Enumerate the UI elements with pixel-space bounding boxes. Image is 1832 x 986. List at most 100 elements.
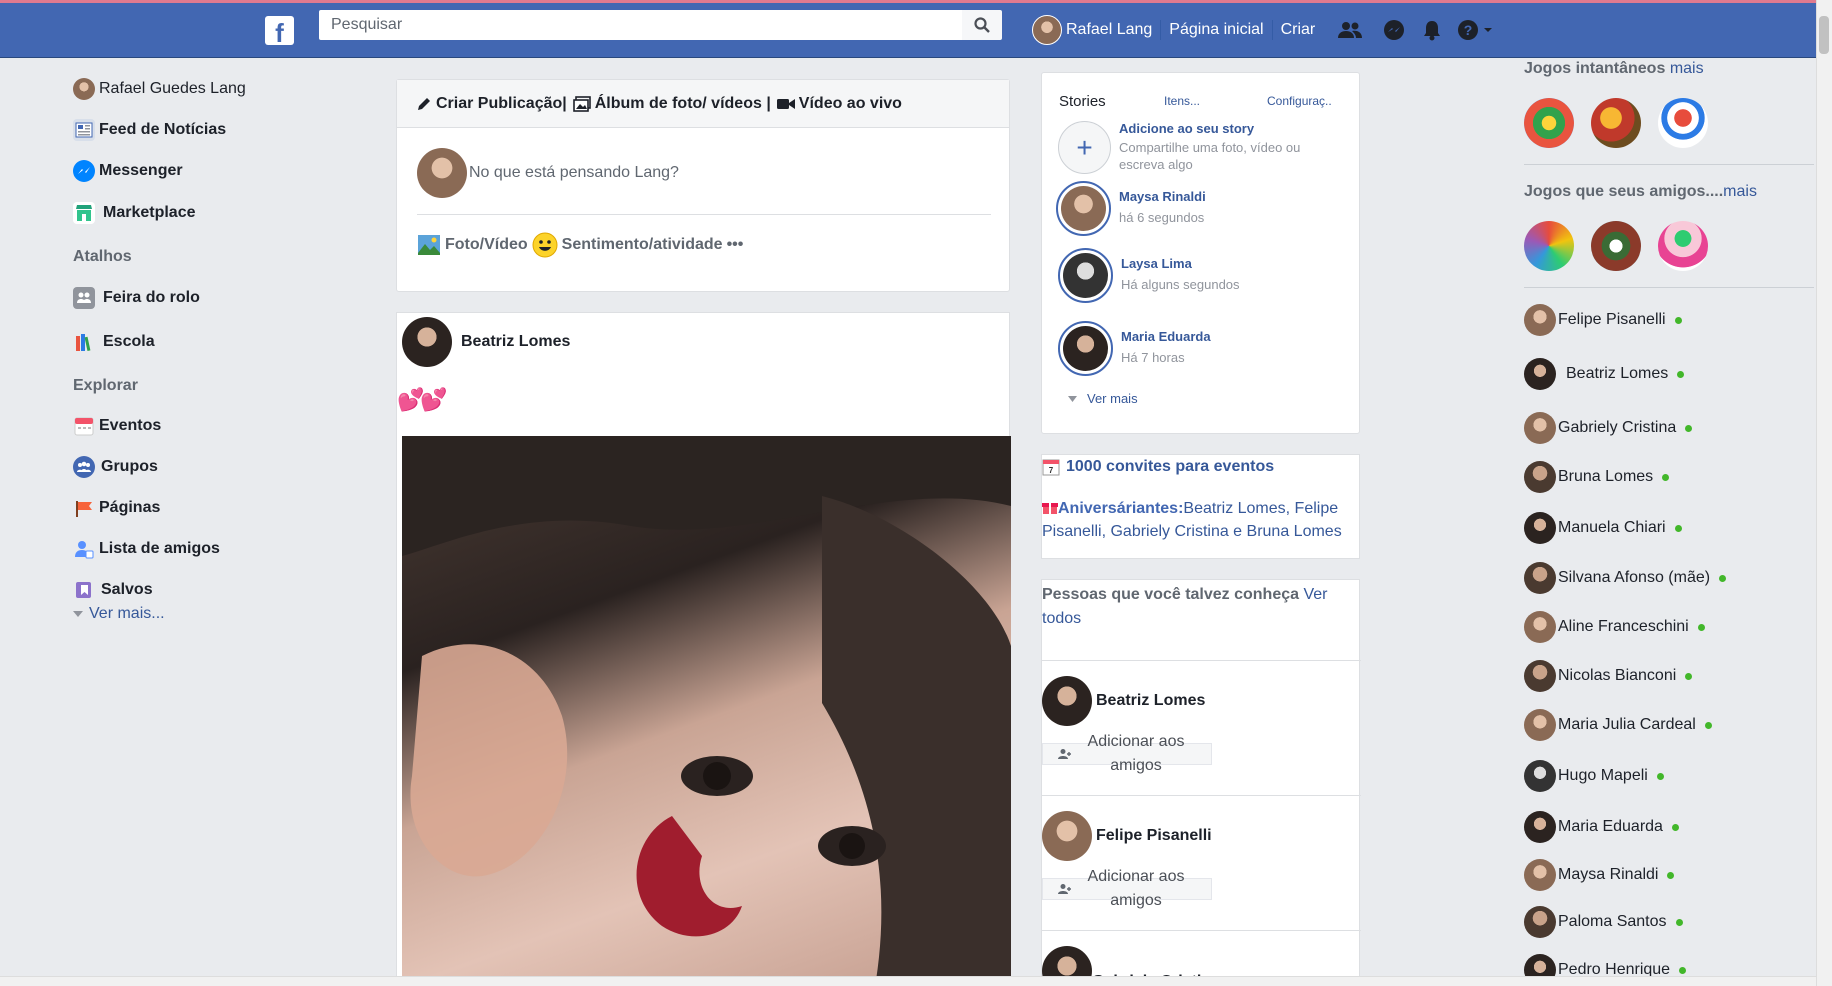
- messenger-icon[interactable]: [1381, 18, 1407, 42]
- help-menu-icon[interactable]: ?: [1457, 18, 1497, 42]
- contact-item[interactable]: Maria Julia Cardeal: [1524, 709, 1712, 741]
- add-friend-button[interactable]: Adicionar aos amigos: [1042, 733, 1212, 774]
- sidebar-item-escola[interactable]: Escola: [73, 331, 155, 353]
- sidebar-item-label: Lista de amigos: [99, 540, 220, 557]
- online-status-dot: [1656, 772, 1664, 780]
- newsfeed-icon: [73, 119, 95, 141]
- group-icon: [73, 287, 95, 309]
- friend-list-icon: [73, 538, 95, 560]
- post-photo[interactable]: [402, 436, 1011, 986]
- horizontal-scrollbar[interactable]: [0, 976, 1816, 986]
- post-author-name[interactable]: Beatriz Lomes: [461, 333, 570, 351]
- game-thumbnail[interactable]: [1591, 98, 1641, 148]
- game-thumbnail[interactable]: [1524, 98, 1574, 148]
- photo-video-button[interactable]: Foto/Vídeo: [417, 234, 528, 256]
- feeling-activity-button[interactable]: Sentimento/atividade: [532, 232, 723, 258]
- composer-actions: Foto/Vídeo Sentimento/atividade •••: [417, 232, 743, 258]
- sidebar-see-more[interactable]: Ver mais...: [73, 605, 165, 623]
- more-options-button[interactable]: •••: [727, 236, 744, 254]
- add-story-plus-icon: +: [1058, 121, 1111, 174]
- add-friend-button[interactable]: Adicionar aos amigos: [1042, 868, 1212, 909]
- profile-link[interactable]: Rafael Lang: [1066, 21, 1152, 39]
- story-item[interactable]: Maria Eduarda Há 7 horas: [1058, 321, 1211, 376]
- contact-item[interactable]: Beatriz Lomes: [1524, 358, 1685, 390]
- contact-item[interactable]: Felipe Pisanelli: [1524, 304, 1682, 336]
- sidebar-item-saved[interactable]: Salvos: [73, 579, 153, 601]
- contact-item[interactable]: Nicolas Bianconi: [1524, 660, 1693, 692]
- sidebar-item-events[interactable]: Eventos: [73, 415, 161, 437]
- svg-text:?: ?: [1464, 22, 1473, 38]
- friends-games-more-link[interactable]: mais: [1723, 183, 1757, 200]
- contact-item[interactable]: Hugo Mapeli: [1524, 760, 1664, 792]
- stories-settings-link[interactable]: Configuraç..: [1267, 94, 1332, 108]
- profile-avatar[interactable]: [1032, 15, 1062, 45]
- sidebar-item-label: Marketplace: [103, 204, 196, 221]
- vertical-scrollbar[interactable]: [1816, 0, 1832, 986]
- pymk-person-header[interactable]: Felipe Pisanelli: [1042, 811, 1212, 861]
- composer-input-row[interactable]: No que está pensando Lang?: [417, 148, 679, 198]
- create-link[interactable]: Criar: [1281, 21, 1316, 39]
- birthdays-row[interactable]: Aniversáriantes:Beatriz Lomes, Felipe Pi…: [1042, 497, 1357, 543]
- contact-name: Paloma Santos: [1558, 913, 1667, 930]
- contact-avatar: [1524, 906, 1556, 938]
- friend-requests-icon[interactable]: [1337, 18, 1363, 42]
- add-story-description: Compartilhe uma foto, vídeo ou escreva a…: [1119, 140, 1301, 172]
- contact-item[interactable]: Maysa Rinaldi: [1524, 859, 1675, 891]
- instant-games-heading: Jogos intantâneos mais: [1524, 60, 1704, 78]
- sidebar-item-messenger[interactable]: Messenger: [73, 160, 183, 182]
- post-author-avatar[interactable]: [402, 317, 452, 367]
- sidebar-item-groups[interactable]: Grupos: [73, 456, 158, 478]
- contact-name: Beatriz Lomes: [1566, 365, 1669, 382]
- composer-placeholder[interactable]: No que está pensando Lang?: [469, 164, 679, 182]
- search-button[interactable]: [962, 10, 1002, 40]
- photo-album-tab[interactable]: Álbum de foto/ vídeos |: [572, 95, 771, 113]
- story-item[interactable]: Maysa Rinaldi há 6 segundos: [1056, 181, 1206, 236]
- flag-icon: [73, 497, 95, 519]
- stories-card: Stories Itens... Configuraç.. + Adicione…: [1041, 72, 1360, 434]
- post-text: 💕💕: [397, 387, 448, 412]
- contact-item[interactable]: Bruna Lomes: [1524, 461, 1670, 493]
- button-label: Foto/Vídeo: [445, 236, 528, 253]
- live-video-tab[interactable]: Vídeo ao vivo: [776, 95, 902, 113]
- contact-item[interactable]: Silvana Afonso (mãe): [1524, 562, 1727, 594]
- instant-games-more-link[interactable]: mais: [1670, 60, 1704, 77]
- search-input[interactable]: [319, 10, 962, 40]
- pymk-title: Pessoas que você talvez conheça: [1042, 586, 1300, 603]
- add-story-title: Adicione ao seu story: [1119, 121, 1255, 136]
- game-thumbnail[interactable]: [1524, 221, 1574, 271]
- story-item[interactable]: Laysa Lima Há alguns segundos: [1058, 248, 1240, 303]
- contact-item[interactable]: Aline Franceschini: [1524, 611, 1705, 643]
- sidebar-item-profile[interactable]: Rafael Guedes Lang: [73, 78, 246, 100]
- tab-label: Criar Publicação|: [436, 94, 567, 112]
- game-thumbnail[interactable]: [1658, 221, 1708, 271]
- sidebar-item-friend-lists[interactable]: Lista de amigos: [73, 538, 220, 560]
- instant-games-title: Jogos intantâneos: [1524, 60, 1666, 77]
- event-invites-row[interactable]: 7 1000 convites para eventos: [1042, 458, 1274, 476]
- create-post-tab[interactable]: Criar Publicação|: [416, 95, 567, 113]
- notifications-bell-icon[interactable]: [1419, 18, 1445, 42]
- birthday-label: Aniversáriantes:: [1058, 500, 1184, 517]
- sidebar-item-label: Rafael Guedes Lang: [99, 80, 246, 97]
- chevron-down-icon: [73, 611, 83, 617]
- pymk-person-header[interactable]: Beatriz Lomes: [1042, 676, 1205, 726]
- sidebar-item-feira-do-rolo[interactable]: Feira do rolo: [73, 287, 200, 309]
- home-link[interactable]: Página inicial: [1169, 21, 1263, 39]
- stories-see-more[interactable]: Ver mais: [1068, 391, 1138, 406]
- contact-avatar: [1524, 461, 1556, 493]
- sidebar-item-feed[interactable]: Feed de Notícias: [73, 119, 226, 141]
- friends-games-row: [1524, 221, 1708, 271]
- facebook-logo-icon[interactable]: f: [265, 16, 294, 45]
- sidebar-item-pages[interactable]: Páginas: [73, 497, 160, 519]
- game-thumbnail[interactable]: [1658, 98, 1708, 148]
- sidebar-item-marketplace[interactable]: Marketplace: [73, 202, 196, 224]
- scrollbar-thumb[interactable]: [1819, 16, 1829, 54]
- contact-item[interactable]: Maria Eduarda: [1524, 811, 1679, 843]
- contact-item[interactable]: Manuela Chiari: [1524, 512, 1682, 544]
- contact-name: Bruna Lomes: [1558, 468, 1654, 485]
- contact-item[interactable]: Gabriely Cristina: [1524, 412, 1693, 444]
- add-story-row[interactable]: + Adicione ao seu story Compartilhe uma …: [1058, 121, 1339, 174]
- contact-item[interactable]: Paloma Santos: [1524, 906, 1683, 938]
- stories-items-link[interactable]: Itens...: [1164, 94, 1200, 108]
- game-thumbnail[interactable]: [1591, 221, 1641, 271]
- contact-name: Felipe Pisanelli: [1558, 311, 1666, 328]
